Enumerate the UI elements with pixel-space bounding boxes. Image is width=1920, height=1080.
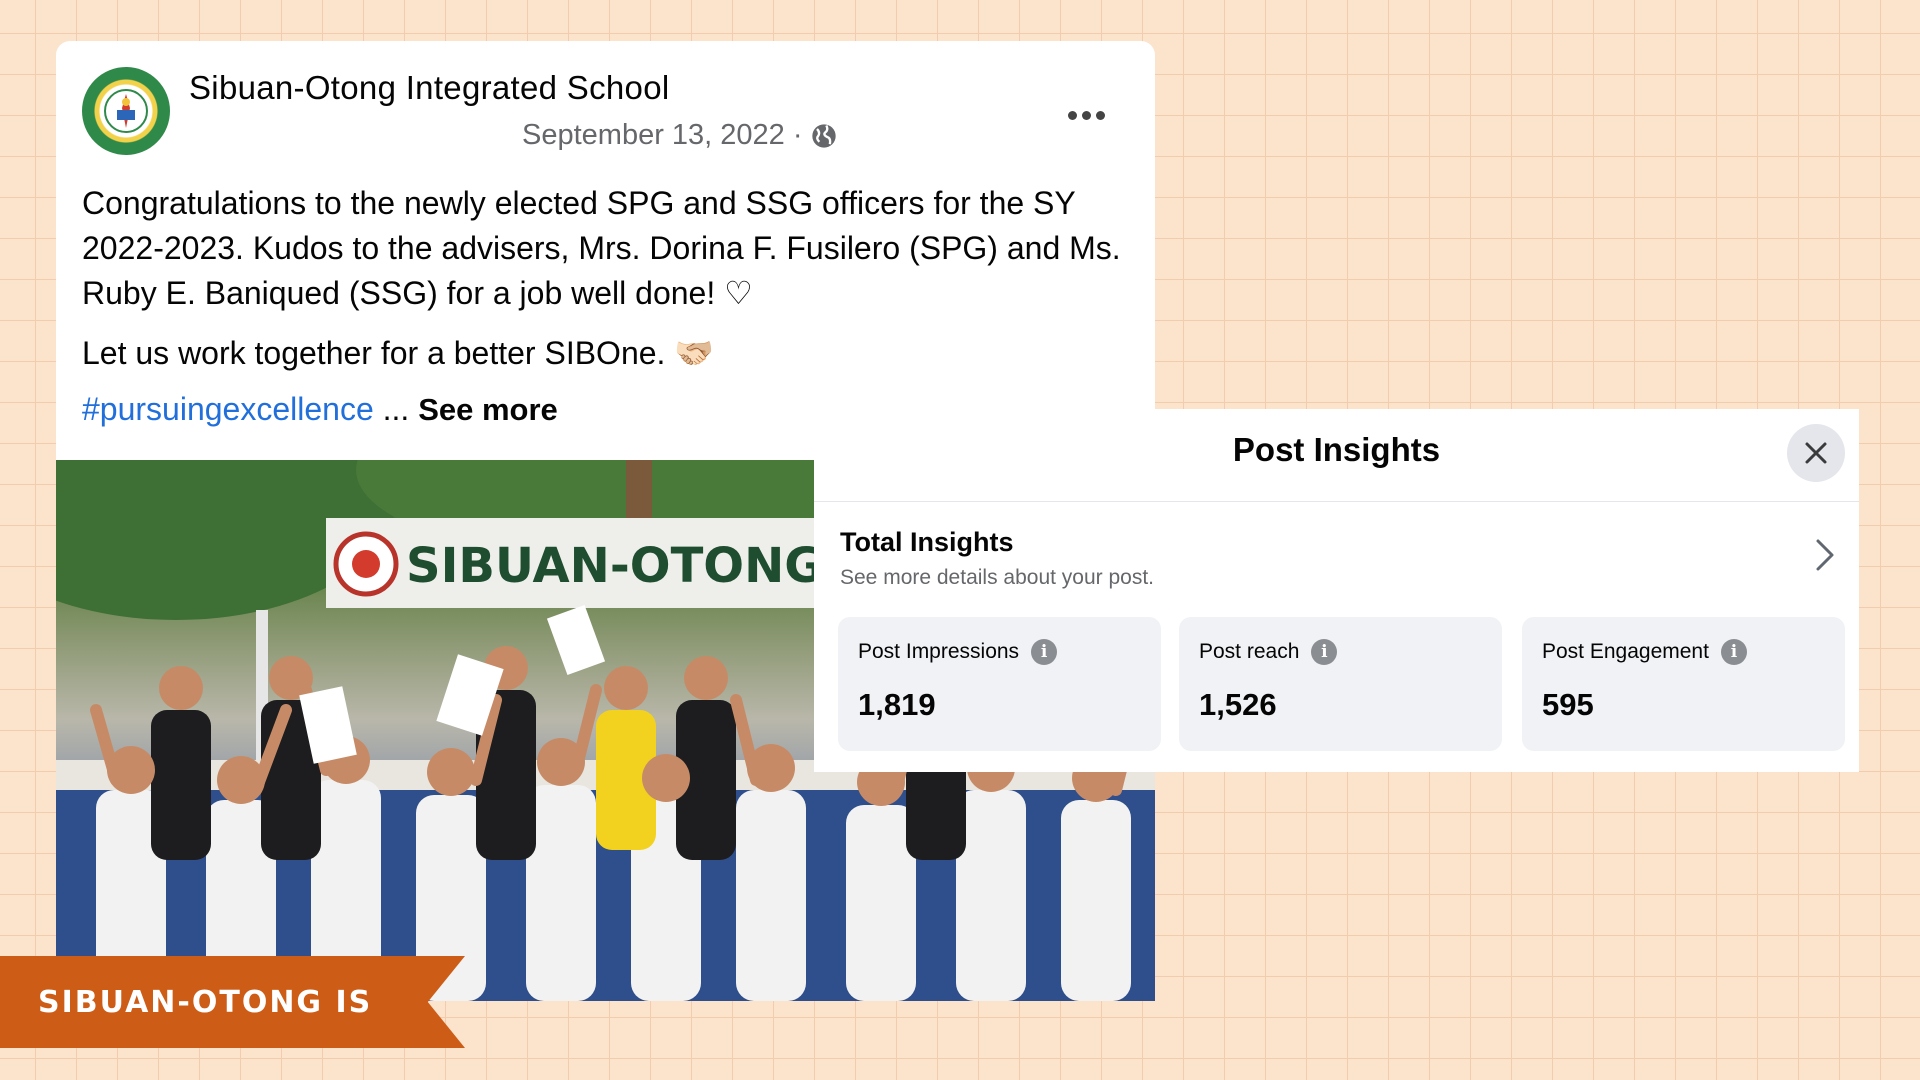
post-paragraph-1: Congratulations to the newly elected SPG… bbox=[82, 185, 1121, 311]
post-paragraph-2: Let us work together for a better SIBOne… bbox=[82, 335, 715, 371]
info-icon[interactable]: i bbox=[1311, 639, 1338, 665]
stat-value: 1,526 bbox=[1199, 687, 1277, 722]
total-insights-title: Total Insights bbox=[840, 527, 1014, 557]
post-body: Congratulations to the newly elected SPG… bbox=[82, 181, 1132, 391]
info-icon[interactable]: i bbox=[1031, 639, 1058, 665]
total-insights-subtitle: See more details about your post. bbox=[840, 566, 1155, 589]
stat-label: Post Impressions bbox=[858, 640, 1020, 663]
hashtag-link[interactable]: #pursuingexcellence bbox=[82, 391, 374, 427]
see-more-link[interactable]: See more bbox=[418, 392, 558, 427]
stat-label-row: Post Engagement i bbox=[1542, 639, 1747, 665]
dot-icon bbox=[1095, 110, 1105, 120]
ellipsis: ... bbox=[373, 391, 419, 427]
info-icon[interactable]: i bbox=[1720, 639, 1747, 665]
stat-label-row: Post Impressions i bbox=[858, 639, 1058, 665]
page-name-link[interactable]: Sibuan-Otong Integrated School bbox=[189, 69, 670, 107]
close-button[interactable] bbox=[1787, 424, 1845, 482]
more-options-button[interactable] bbox=[1056, 97, 1116, 133]
hashtag-line: #pursuingexcellence ... See more bbox=[82, 391, 558, 428]
post-date[interactable]: September 13, 2022 bbox=[522, 119, 785, 152]
dot-icon bbox=[1081, 110, 1091, 120]
ribbon-banner: SIBUAN-OTONG IS bbox=[0, 956, 465, 1048]
stat-card-engagement: Post Engagement i 595 bbox=[1522, 617, 1845, 751]
globe-icon[interactable] bbox=[810, 122, 838, 150]
meta-separator: · bbox=[792, 119, 803, 151]
post-header: Sibuan-Otong Integrated School September… bbox=[56, 41, 1155, 161]
chevron-right-icon[interactable] bbox=[1810, 535, 1840, 575]
stat-label: Post reach bbox=[1199, 640, 1300, 663]
post-insights-dialog: Post Insights Total Insights See more de… bbox=[814, 409, 1859, 772]
dialog-divider bbox=[814, 501, 1859, 502]
post-meta: September 13, 2022 · bbox=[522, 119, 838, 152]
stat-label-row: Post reach i bbox=[1199, 639, 1338, 665]
banner-text: SIBUAN-OTONG IS bbox=[38, 984, 373, 1020]
stat-card-reach: Post reach i 1,526 bbox=[1179, 617, 1502, 751]
stat-card-impressions: Post Impressions i 1,819 bbox=[838, 617, 1161, 751]
close-icon bbox=[1805, 442, 1827, 464]
stat-value: 595 bbox=[1542, 687, 1594, 722]
dialog-title: Post Insights bbox=[1232, 431, 1441, 468]
dot-icon bbox=[1067, 110, 1077, 120]
total-insights-row[interactable]: Total Insights See more details about yo… bbox=[840, 527, 1154, 590]
school-seal-icon bbox=[104, 89, 148, 133]
stat-value: 1,819 bbox=[858, 687, 936, 722]
stat-label: Post Engagement bbox=[1542, 640, 1709, 663]
school-logo-avatar[interactable] bbox=[82, 67, 170, 155]
